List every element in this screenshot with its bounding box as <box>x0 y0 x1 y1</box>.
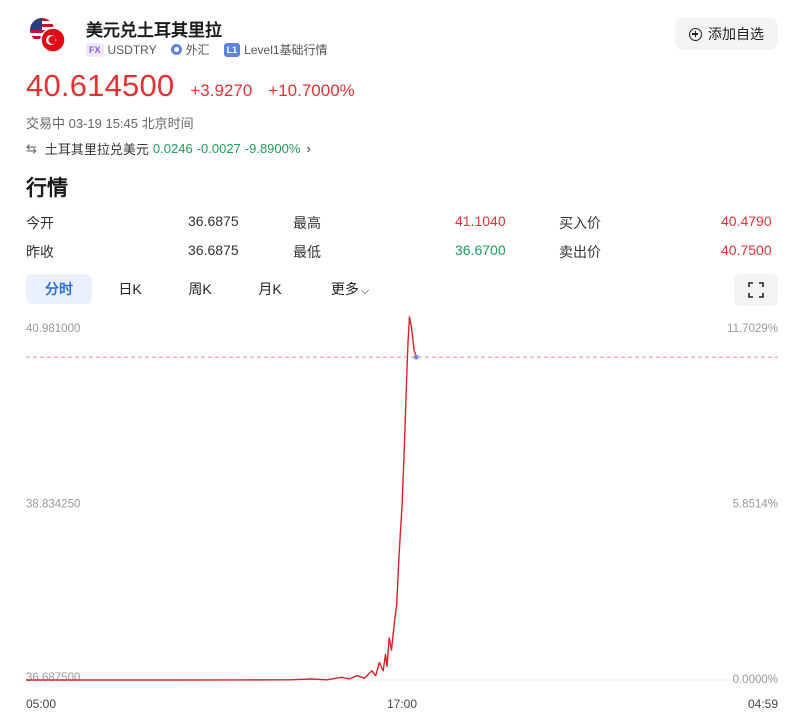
tab-weekly-k[interactable]: 周K <box>178 274 222 304</box>
plus-circle-icon <box>689 27 702 41</box>
ask-label: 卖出价 <box>559 244 601 260</box>
prev-close-value: 36.6875 <box>188 242 239 258</box>
market-icon <box>170 44 182 55</box>
x-tick-label: 05:00 <box>26 697 56 711</box>
y-right-tick-label: 0.0000% <box>733 674 778 686</box>
bid-value: 40.4790 <box>721 213 772 229</box>
fullscreen-button[interactable] <box>734 274 778 306</box>
y-left-tick-label: 38.834250 <box>26 499 80 511</box>
y-left-tick-label: 36.687500 <box>26 672 80 684</box>
reverse-pair-link[interactable]: ⇆ 土耳其里拉兑美元 0.0246 -0.0027 -9.8900% › <box>26 139 311 158</box>
high-value: 41.1040 <box>455 213 506 229</box>
fullscreen-icon <box>748 282 764 298</box>
price-series-line <box>26 316 417 681</box>
tab-monthly-k[interactable]: 月K <box>248 274 292 304</box>
bid-label: 买入价 <box>559 215 601 231</box>
x-tick-label: 04:59 <box>748 697 778 711</box>
open-value: 36.6875 <box>188 213 239 229</box>
prev-close-label: 昨收 <box>26 244 54 260</box>
tab-more-label: 更多 <box>330 281 359 297</box>
stats-table: 今开 36.6875 最高 41.1040 买入价 40.4790 昨收 36.… <box>26 210 778 268</box>
intraday-chart[interactable]: 40.981000 38.834250 36.687500 11.7029% 5.851… <box>0 315 801 725</box>
chart-tabs: 分时 日K 周K 月K 更多 ⌵ <box>26 274 778 306</box>
current-price: 40.614500 <box>26 68 175 103</box>
level-text: Level1基础行情 <box>244 43 328 57</box>
section-title: 行情 <box>26 177 68 200</box>
chevron-right-icon: › <box>306 141 311 156</box>
currency-pair-flags-icon <box>26 14 74 58</box>
tab-more[interactable]: 更多 ⌵ <box>322 274 378 304</box>
y-right-tick-label: 11.7029% <box>727 323 778 335</box>
fx-tag: FX <box>86 42 104 57</box>
trading-status: 交易中 03-19 15:45 北京时间 <box>26 116 194 131</box>
high-label: 最高 <box>293 215 321 231</box>
swap-icon: ⇆ <box>26 140 37 156</box>
tab-daily-k[interactable]: 日K <box>108 274 152 304</box>
price-change-pct: +10.7000% <box>268 81 355 100</box>
header: 美元兑土耳其里拉 FX USDTRY 外汇 L1 Level1基础行情 添加自选 <box>26 14 778 64</box>
tab-intraday[interactable]: 分时 <box>26 274 92 304</box>
open-label: 今开 <box>26 215 54 231</box>
y-right-tick-label: 5.8514% <box>733 499 778 511</box>
y-left-tick-label: 40.981000 <box>26 323 80 335</box>
instrument-meta: FX USDTRY 外汇 L1 Level1基础行情 <box>86 41 342 58</box>
last-price-dot <box>413 354 419 360</box>
x-tick-label: 17:00 <box>387 697 417 711</box>
reverse-pair-price: 0.0246 <box>152 141 193 156</box>
chevron-down-icon: ⌵ <box>360 285 370 297</box>
add-watchlist-button[interactable]: 添加自选 <box>675 18 778 50</box>
reverse-pair-change: -0.0027 <box>196 141 241 156</box>
stats-row: 昨收 36.6875 最低 36.6700 卖出价 40.7500 <box>26 239 778 268</box>
level-tag: L1 <box>223 42 241 57</box>
add-watchlist-label: 添加自选 <box>708 26 764 42</box>
page-title: 美元兑土耳其里拉 <box>86 21 222 40</box>
reverse-pair-change-pct: -9.8900% <box>244 141 301 156</box>
market-text: 外汇 <box>185 43 210 57</box>
low-value: 36.6700 <box>455 242 506 258</box>
symbol-text: USDTRY <box>107 42 157 57</box>
stats-row: 今开 36.6875 最高 41.1040 买入价 40.4790 <box>26 210 778 239</box>
ask-value: 40.7500 <box>721 242 772 258</box>
price-change: +3.9270 <box>190 81 253 100</box>
price-row: 40.614500 +3.9270 +10.7000% <box>26 68 355 104</box>
reverse-pair-name: 土耳其里拉兑美元 <box>44 142 149 157</box>
low-label: 最低 <box>293 244 321 260</box>
